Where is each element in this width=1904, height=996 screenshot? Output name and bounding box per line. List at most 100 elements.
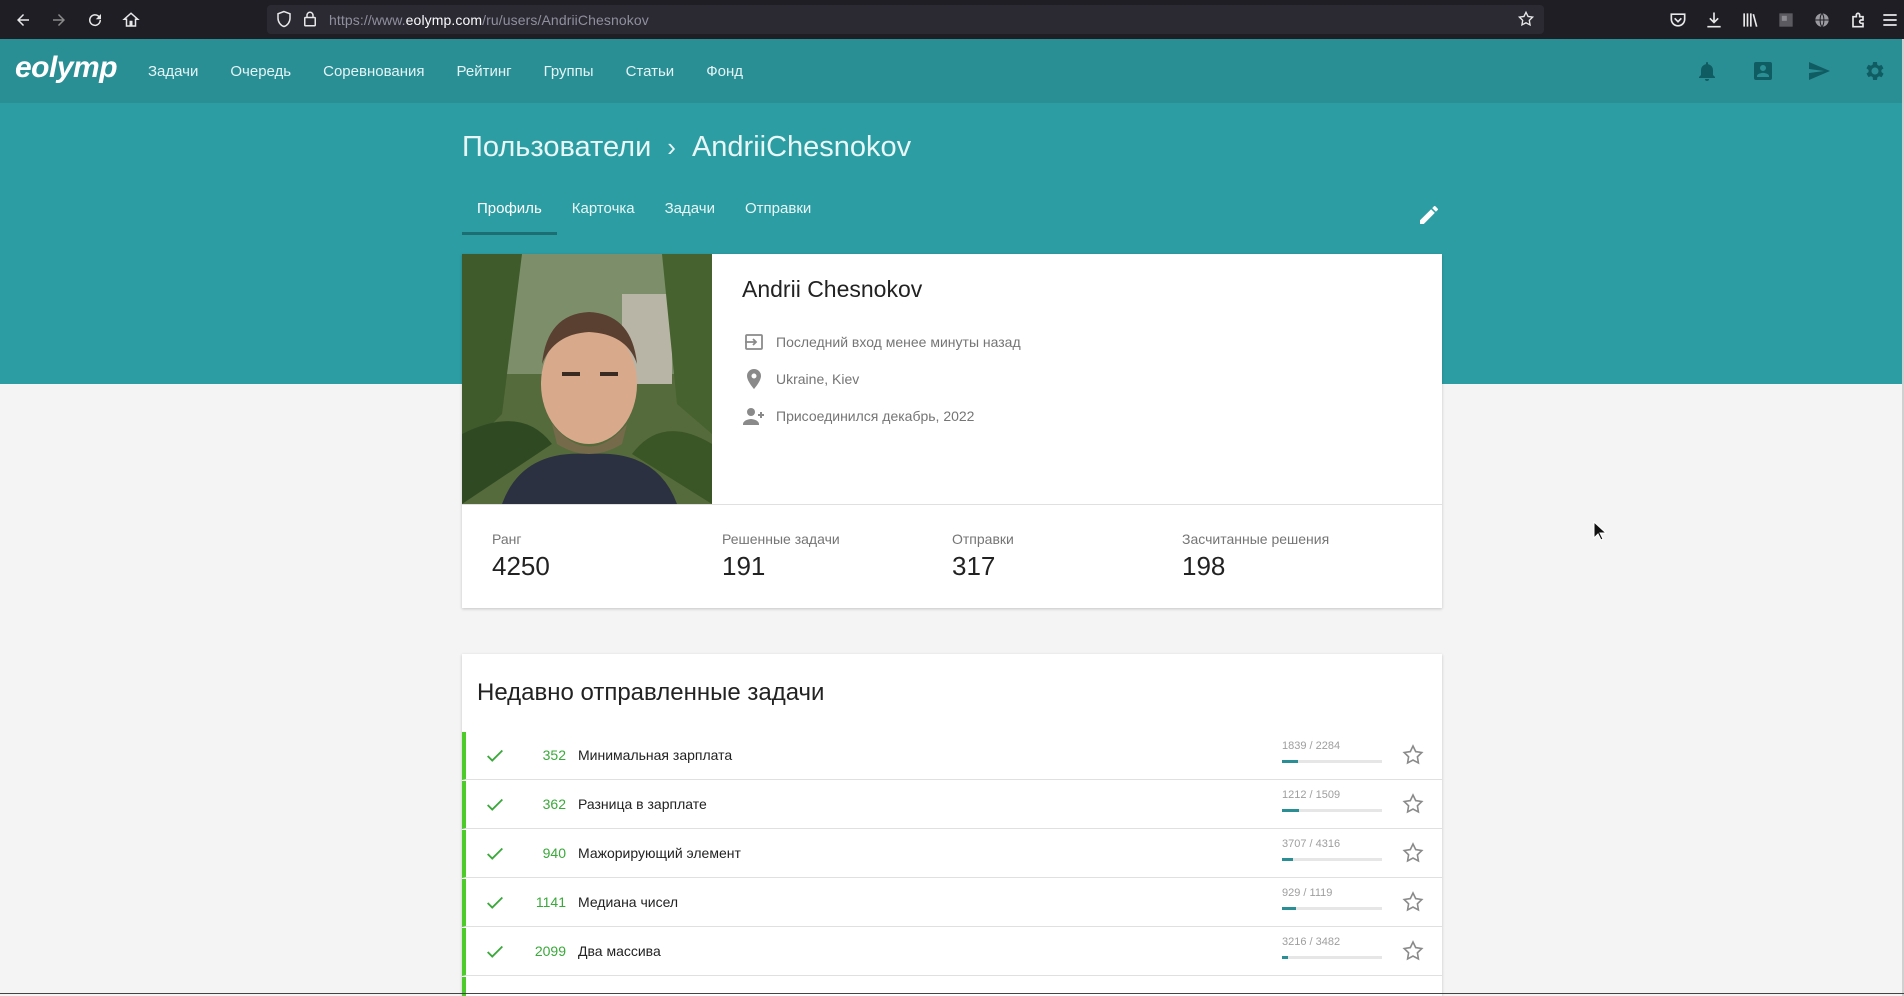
task-progress-bar bbox=[1282, 809, 1382, 812]
user-name: Andrii Chesnokov bbox=[742, 276, 923, 302]
library-icon[interactable] bbox=[1740, 10, 1760, 30]
edit-pencil-icon[interactable] bbox=[1417, 203, 1441, 227]
shield-icon[interactable] bbox=[275, 10, 293, 28]
stat-label: Решенные задачи bbox=[722, 531, 840, 547]
task-name[interactable]: Два массива bbox=[578, 943, 661, 959]
task-row[interactable]: 2099 Два массива 3216 / 3482 bbox=[462, 928, 1442, 976]
pocket-icon[interactable] bbox=[1668, 10, 1688, 30]
menu-icon[interactable] bbox=[1880, 10, 1900, 30]
extensions-icon[interactable] bbox=[1848, 10, 1868, 30]
recent-tasks-card: Недавно отправленные задачи 352 Минималь… bbox=[462, 654, 1442, 996]
last-login-text: Последний вход менее минуты назад bbox=[776, 334, 1021, 350]
task-progress-fill bbox=[1282, 956, 1288, 959]
home-button[interactable] bbox=[113, 0, 149, 39]
forward-button[interactable] bbox=[41, 0, 77, 39]
screenshot-icon[interactable] bbox=[1776, 10, 1796, 30]
bookmark-star-icon[interactable] bbox=[1517, 10, 1535, 28]
stat-value: 191 bbox=[722, 551, 766, 581]
star-icon[interactable] bbox=[1401, 792, 1425, 816]
nav-item-contests[interactable]: Соревнования bbox=[323, 63, 424, 80]
logo[interactable]: eolymp bbox=[15, 51, 118, 85]
task-id[interactable]: 362 bbox=[506, 796, 566, 812]
joined-row: Присоединился декабрь, 2022 bbox=[742, 404, 974, 428]
tab-problems[interactable]: Задачи bbox=[650, 192, 730, 232]
check-icon bbox=[487, 798, 503, 811]
bell-icon[interactable] bbox=[1695, 59, 1719, 83]
stat-label: Отправки bbox=[952, 531, 1014, 547]
joined-text: Присоединился декабрь, 2022 bbox=[776, 408, 975, 424]
task-row[interactable]: 352 Минимальная зарплата 1839 / 2284 bbox=[462, 732, 1442, 780]
address-bar[interactable]: https://www.eolymp.com/ru/users/AndriiCh… bbox=[267, 5, 1544, 34]
task-id[interactable]: 352 bbox=[506, 747, 566, 763]
card-divider bbox=[462, 504, 1442, 505]
download-icon[interactable] bbox=[1704, 10, 1724, 30]
reload-button[interactable] bbox=[77, 0, 113, 39]
task-progress-bar bbox=[1282, 760, 1382, 763]
star-icon[interactable] bbox=[1401, 743, 1425, 767]
breadcrumb-parent[interactable]: Пользователи bbox=[462, 131, 651, 164]
task-id[interactable]: 1141 bbox=[506, 894, 566, 910]
nav-item-queue[interactable]: Очередь bbox=[230, 63, 291, 80]
star-icon[interactable] bbox=[1401, 939, 1425, 963]
task-progress-fill bbox=[1282, 858, 1293, 861]
task-ratio: 3707 / 4316 bbox=[1282, 838, 1341, 850]
avatar bbox=[462, 254, 712, 504]
task-ratio: 929 / 1119 bbox=[1282, 887, 1333, 899]
stat-label: Засчитанные решения bbox=[1182, 531, 1330, 547]
nav-item-rating[interactable]: Рейтинг bbox=[457, 63, 512, 80]
send-icon[interactable] bbox=[1807, 59, 1831, 83]
task-row[interactable]: 1141 Медиана чисел 929 / 1119 bbox=[462, 879, 1442, 927]
lock-icon[interactable] bbox=[301, 10, 319, 28]
check-icon bbox=[487, 847, 503, 860]
account-box-icon[interactable] bbox=[1751, 59, 1775, 83]
task-name[interactable]: Разница в зарплате bbox=[578, 796, 707, 812]
window-bottom-edge bbox=[0, 993, 1904, 994]
task-progress-bar bbox=[1282, 956, 1382, 959]
task-name[interactable]: Медиана чисел bbox=[578, 894, 678, 910]
task-id[interactable]: 2099 bbox=[506, 943, 566, 959]
breadcrumb: Пользователи › AndriiChesnokov bbox=[462, 131, 911, 164]
task-ratio: 3216 / 3482 bbox=[1282, 936, 1341, 948]
nav-item-groups[interactable]: Группы bbox=[544, 63, 594, 80]
nav-item-problems[interactable]: Задачи bbox=[148, 63, 198, 80]
main-nav: Задачи Очередь Соревнования Рейтинг Груп… bbox=[148, 39, 775, 103]
back-button[interactable] bbox=[5, 0, 41, 39]
task-name[interactable]: Мажорирующий элемент bbox=[578, 845, 741, 861]
nav-item-fund[interactable]: Фонд bbox=[706, 63, 743, 80]
task-ratio: 1839 / 2284 bbox=[1282, 740, 1341, 752]
task-row[interactable]: 362 Разница в зарплате 1212 / 1509 bbox=[462, 781, 1442, 829]
task-progress-fill bbox=[1282, 809, 1299, 812]
location-pin-icon bbox=[747, 369, 761, 389]
stat-value: 198 bbox=[1182, 551, 1226, 581]
gear-icon[interactable] bbox=[1862, 59, 1886, 83]
avatar-photo bbox=[462, 254, 712, 504]
breadcrumb-separator: › bbox=[667, 132, 676, 162]
star-icon[interactable] bbox=[1401, 890, 1425, 914]
check-icon bbox=[487, 749, 503, 762]
stat-value: 317 bbox=[952, 551, 996, 581]
stat-rank: Ранг 4250 bbox=[492, 531, 550, 582]
profile-card: Andrii Chesnokov Последний вход менее ми… bbox=[462, 254, 1442, 608]
url-text[interactable]: https://www.eolymp.com/ru/users/AndriiCh… bbox=[329, 12, 649, 28]
nav-item-articles[interactable]: Статьи bbox=[626, 63, 675, 80]
stat-submissions: Отправки 317 bbox=[952, 531, 1014, 582]
star-icon[interactable] bbox=[1401, 841, 1425, 865]
tab-profile[interactable]: Профиль bbox=[462, 192, 557, 235]
stat-value: 4250 bbox=[492, 551, 550, 581]
task-id[interactable]: 940 bbox=[506, 845, 566, 861]
tab-card[interactable]: Карточка bbox=[557, 192, 650, 232]
task-progress-bar bbox=[1282, 858, 1382, 861]
task-row[interactable]: 940 Мажорирующий элемент 3707 / 4316 bbox=[462, 830, 1442, 878]
task-name[interactable]: Минимальная зарплата bbox=[578, 747, 732, 763]
url-path: /ru/users/AndriiChesnokov bbox=[482, 12, 649, 28]
location-row: Ukraine, Kiev bbox=[742, 367, 859, 391]
arrow-left-icon bbox=[17, 13, 29, 26]
stat-accepted: Засчитанные решения 198 bbox=[1182, 531, 1329, 582]
person-add-icon bbox=[743, 408, 764, 425]
profile-tabs: Профиль Карточка Задачи Отправки bbox=[462, 192, 826, 235]
tab-submissions[interactable]: Отправки bbox=[730, 192, 826, 232]
stat-label: Ранг bbox=[492, 531, 522, 547]
last-login-row: Последний вход менее минуты назад bbox=[742, 330, 1021, 354]
globe-icon[interactable] bbox=[1812, 10, 1832, 30]
reload-icon bbox=[89, 13, 102, 26]
